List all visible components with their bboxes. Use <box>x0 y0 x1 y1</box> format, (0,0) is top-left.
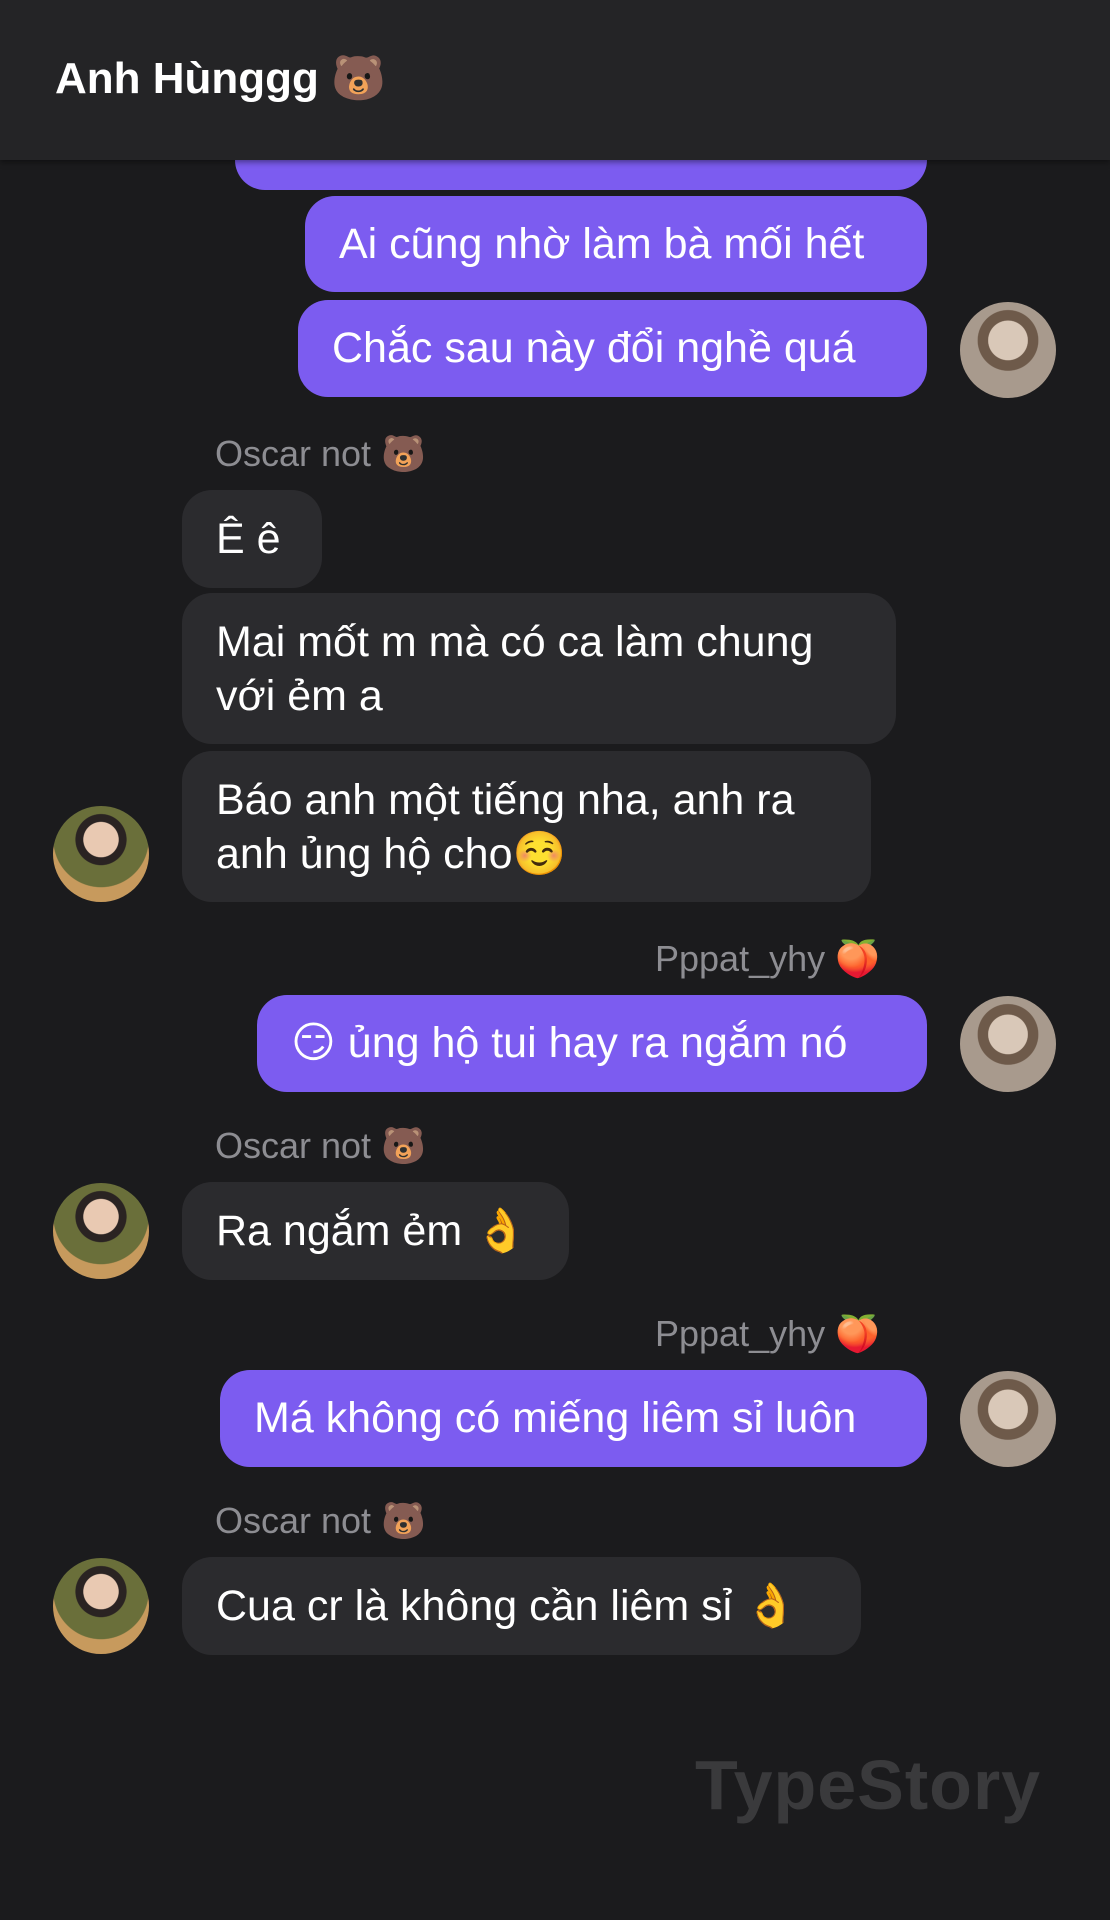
my-avatar[interactable] <box>960 1371 1056 1467</box>
contact-avatar[interactable] <box>53 1558 149 1654</box>
my-avatar[interactable] <box>960 996 1056 1092</box>
sender-name: Oscar not 🐻 <box>215 1125 426 1166</box>
watermark-logo: TypeStory <box>695 1746 1042 1824</box>
message-bubble-outgoing: Chắc sau này đổi nghề quá <box>298 300 927 397</box>
message-bubble-incoming: Ê ê <box>182 490 322 588</box>
message-bubble-incoming: Ra ngắm ẻm 👌 <box>182 1182 569 1280</box>
message-bubble-incoming: Mai mốt m mà có ca làm chung với ẻm a <box>182 593 896 744</box>
chat-header: Anh Hùnggg 🐻 <box>0 0 1110 160</box>
contact-avatar[interactable] <box>53 1183 149 1279</box>
sender-name: Pppat_yhy 🍑 <box>655 1313 880 1354</box>
sender-name: Pppat_yhy 🍑 <box>655 938 880 979</box>
message-bubble-outgoing: Ai cũng nhờ làm bà mối hết <box>305 196 927 292</box>
message-bubble-incoming: Báo anh một tiếng nha, anh ra anh ủng hộ… <box>182 751 871 902</box>
chat-title: Anh Hùnggg 🐻 <box>55 54 386 103</box>
message-bubble-outgoing: 😏 ủng hộ tui hay ra ngắm nó <box>257 995 927 1092</box>
message-bubble-incoming: Cua cr là không cần liêm sỉ 👌 <box>182 1557 861 1655</box>
contact-avatar[interactable] <box>53 806 149 902</box>
sender-name: Oscar not 🐻 <box>215 433 426 474</box>
sender-name: Oscar not 🐻 <box>215 1500 426 1541</box>
message-bubble-outgoing: Má không có miếng liêm sỉ luôn <box>220 1370 927 1467</box>
my-avatar[interactable] <box>960 302 1056 398</box>
